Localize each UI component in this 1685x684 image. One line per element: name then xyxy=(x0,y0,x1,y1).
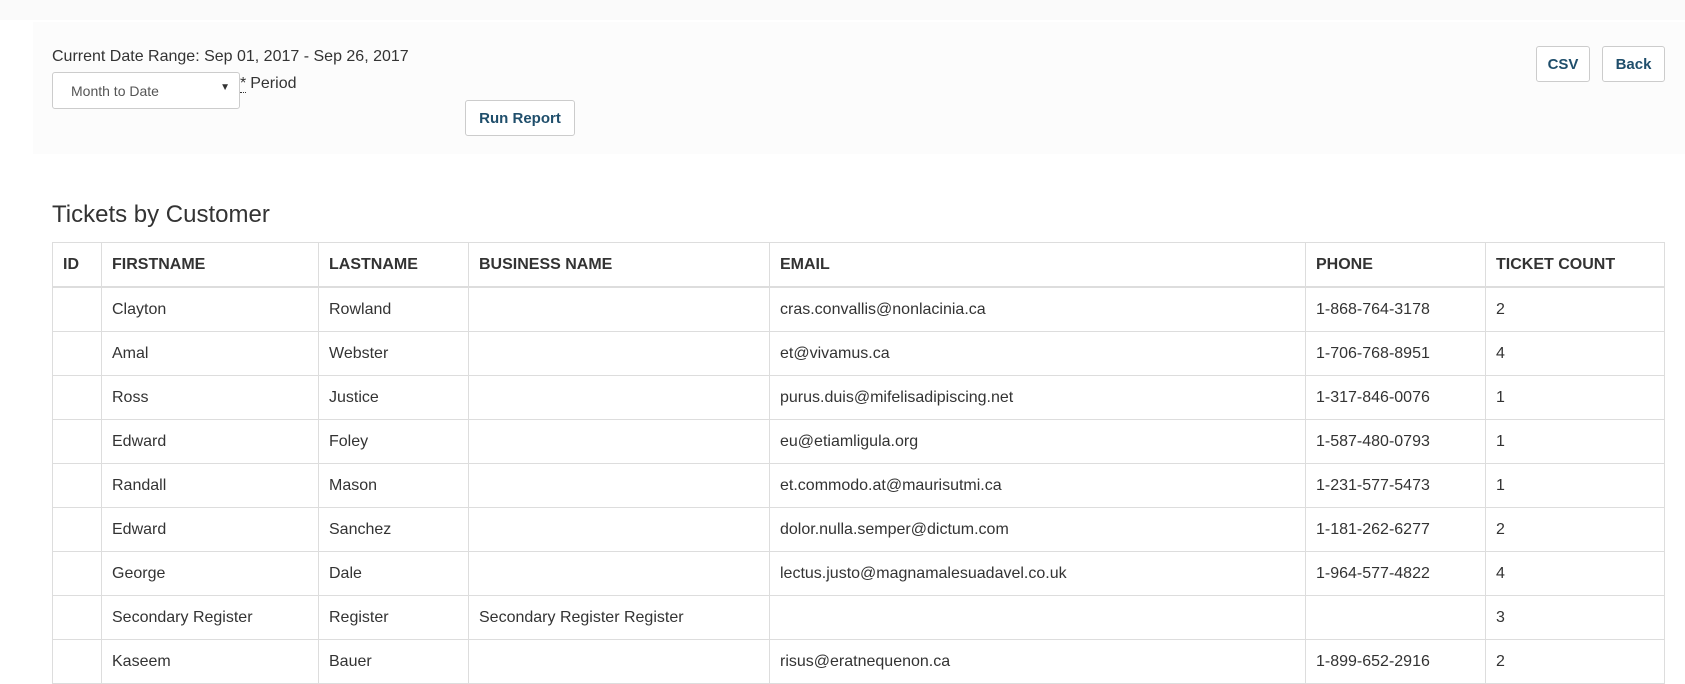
cell-firstname: Amal xyxy=(101,331,319,376)
cell-phone xyxy=(1305,595,1486,640)
cell-lastname: Foley xyxy=(318,419,469,464)
col-header-id[interactable]: ID xyxy=(52,242,102,288)
cell-ticket-count: 1 xyxy=(1485,419,1665,464)
cell-business-name xyxy=(468,375,770,420)
period-label: * Period xyxy=(240,75,296,93)
cell-lastname: Mason xyxy=(318,463,469,508)
cell-ticket-count: 4 xyxy=(1485,551,1665,596)
cell-id xyxy=(52,551,102,596)
table-row: Edward Sanchez dolor.nulla.semper@dictum… xyxy=(52,507,1665,552)
cell-phone: 1-868-764-3178 xyxy=(1305,286,1486,332)
cell-business-name xyxy=(468,551,770,596)
cell-id xyxy=(52,286,102,332)
table-row: George Dale lectus.justo@magnamalesuadav… xyxy=(52,551,1665,596)
cell-ticket-count: 1 xyxy=(1485,463,1665,508)
col-header-phone[interactable]: PHONE xyxy=(1305,242,1486,288)
cell-email: et@vivamus.ca xyxy=(769,331,1306,376)
cell-phone: 1-587-480-0793 xyxy=(1305,419,1486,464)
table-row: Amal Webster et@vivamus.ca 1-706-768-895… xyxy=(52,331,1665,376)
cell-firstname: Edward xyxy=(101,419,319,464)
table-row: Randall Mason et.commodo.at@maurisutmi.c… xyxy=(52,463,1665,508)
cell-ticket-count: 2 xyxy=(1485,507,1665,552)
cell-email: dolor.nulla.semper@dictum.com xyxy=(769,507,1306,552)
run-report-button[interactable]: Run Report xyxy=(465,100,575,136)
cell-id xyxy=(52,331,102,376)
col-header-email[interactable]: EMAIL xyxy=(769,242,1306,288)
cell-id xyxy=(52,419,102,464)
cell-business-name xyxy=(468,507,770,552)
csv-button[interactable]: CSV xyxy=(1536,46,1590,82)
col-header-ticket-count[interactable]: TICKET COUNT xyxy=(1485,242,1665,288)
cell-business-name xyxy=(468,331,770,376)
report-title: Tickets by Customer xyxy=(52,201,270,228)
cell-business-name xyxy=(468,463,770,508)
cell-lastname: Sanchez xyxy=(318,507,469,552)
cell-firstname: Randall xyxy=(101,463,319,508)
table-row: Secondary Register Register Secondary Re… xyxy=(52,595,1665,640)
cell-lastname: Dale xyxy=(318,551,469,596)
table-header-row: ID FIRSTNAME LASTNAME BUSINESS NAME EMAI… xyxy=(52,242,1665,288)
cell-email: lectus.justo@magnamalesuadavel.co.uk xyxy=(769,551,1306,596)
cell-business-name xyxy=(468,286,770,332)
cell-phone: 1-317-846-0076 xyxy=(1305,375,1486,420)
top-strip xyxy=(0,0,1685,20)
cell-phone: 1-231-577-5473 xyxy=(1305,463,1486,508)
cell-email xyxy=(769,595,1306,640)
cell-ticket-count: 1 xyxy=(1485,375,1665,420)
period-label-text: Period xyxy=(250,75,297,92)
table-row: Ross Justice purus.duis@mifelisadipiscin… xyxy=(52,375,1665,420)
cell-business-name: Secondary Register Register xyxy=(468,595,770,640)
cell-ticket-count: 2 xyxy=(1485,286,1665,332)
cell-business-name xyxy=(468,419,770,464)
cell-lastname: Rowland xyxy=(318,286,469,332)
cell-phone: 1-706-768-8951 xyxy=(1305,331,1486,376)
cell-id xyxy=(52,507,102,552)
cell-firstname: Ross xyxy=(101,375,319,420)
cell-lastname: Register xyxy=(318,595,469,640)
caret-down-icon: ▼ xyxy=(220,82,230,93)
period-select[interactable]: Month to Date ▼ xyxy=(52,72,240,109)
period-select-value: Month to Date xyxy=(71,83,159,99)
cell-id xyxy=(52,463,102,508)
date-range-label: Current Date Range: Sep 01, 2017 - Sep 2… xyxy=(52,48,409,65)
cell-email: cras.convallis@nonlacinia.ca xyxy=(769,286,1306,332)
required-asterisk: * xyxy=(240,75,247,93)
table-row: Clayton Rowland cras.convallis@nonlacini… xyxy=(52,286,1665,332)
cell-lastname: Webster xyxy=(318,331,469,376)
cell-ticket-count: 4 xyxy=(1485,331,1665,376)
cell-lastname: Justice xyxy=(318,375,469,420)
cell-ticket-count: 3 xyxy=(1485,595,1665,640)
cell-id xyxy=(52,595,102,640)
cell-firstname: Secondary Register xyxy=(101,595,319,640)
cell-id xyxy=(52,375,102,420)
col-header-business-name[interactable]: BUSINESS NAME xyxy=(468,242,770,288)
back-button[interactable]: Back xyxy=(1602,46,1665,82)
cell-email: et.commodo.at@maurisutmi.ca xyxy=(769,463,1306,508)
cell-phone: 1-181-262-6277 xyxy=(1305,507,1486,552)
col-header-lastname[interactable]: LASTNAME xyxy=(318,242,469,288)
cell-firstname: George xyxy=(101,551,319,596)
col-header-firstname[interactable]: FIRSTNAME xyxy=(101,242,319,288)
table-row: Edward Foley eu@etiamligula.org 1-587-48… xyxy=(52,419,1665,464)
cell-phone: 1-964-577-4822 xyxy=(1305,551,1486,596)
cell-firstname: Clayton xyxy=(101,286,319,332)
cell-email: purus.duis@mifelisadipiscing.net xyxy=(769,375,1306,420)
cell-firstname: Edward xyxy=(101,507,319,552)
report-table-wrapper: ID FIRSTNAME LASTNAME BUSINESS NAME EMAI… xyxy=(52,242,1665,684)
cell-email: eu@etiamligula.org xyxy=(769,419,1306,464)
report-table: ID FIRSTNAME LASTNAME BUSINESS NAME EMAI… xyxy=(52,242,1665,684)
